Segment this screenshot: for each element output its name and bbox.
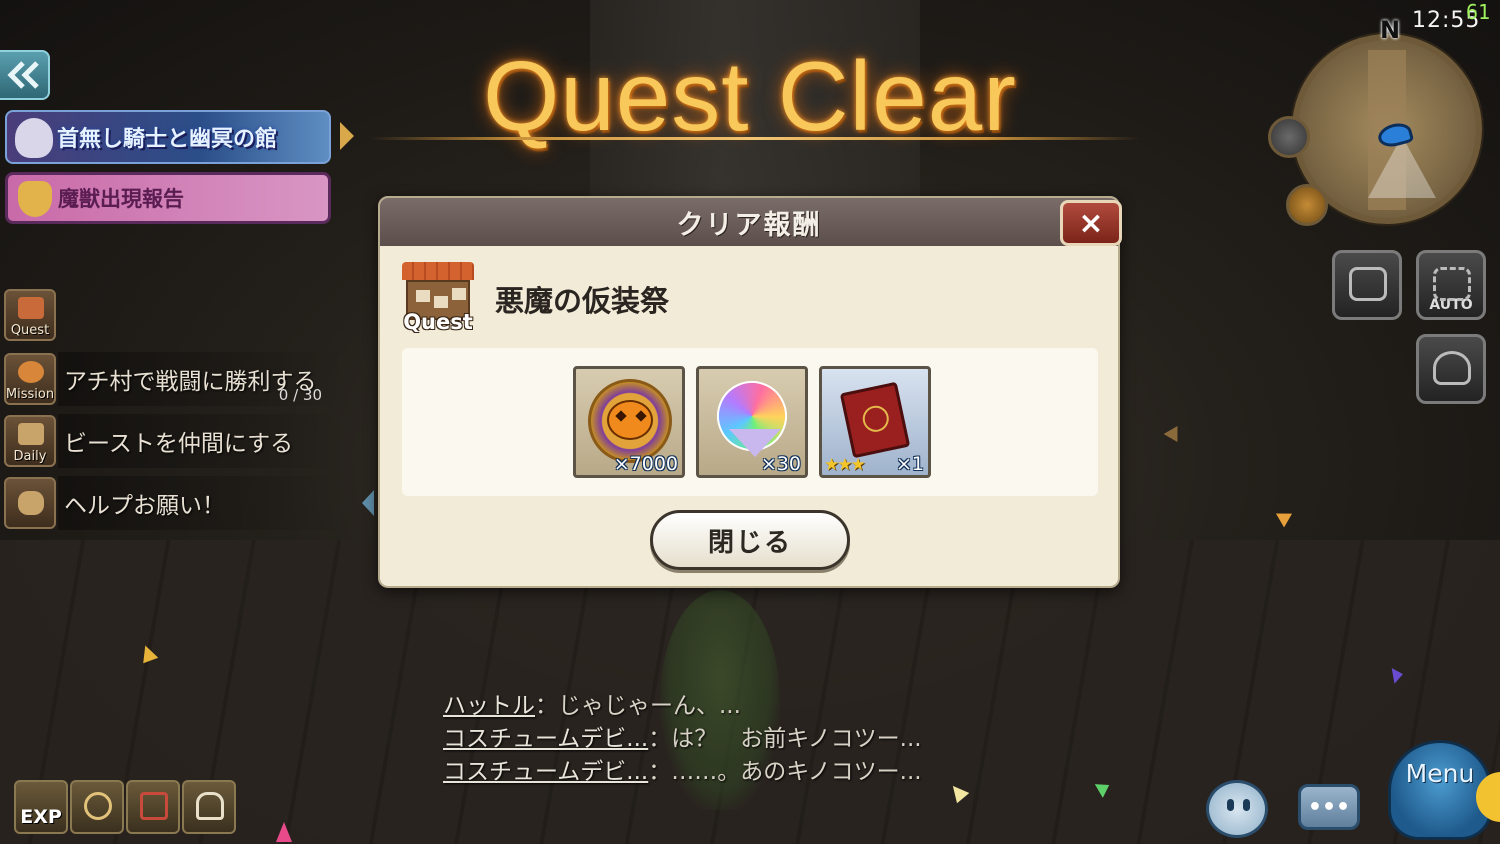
party-icon: [1433, 351, 1471, 385]
reward-quantity: ×1: [895, 453, 924, 475]
quest-name: 悪魔の仮装祭: [495, 284, 670, 318]
auto-target-icon: [1433, 267, 1471, 301]
sidebar-item-help[interactable]: ヘルプお願い！: [0, 476, 350, 530]
red-tome-icon: [839, 381, 911, 459]
boots-icon: [140, 792, 168, 820]
beast-report-label: 魔獣出現報告: [58, 187, 184, 211]
confetti-piece: [1271, 506, 1293, 528]
chat-log: ハットル：じゃじゃーん、... コスチュームデビ...：は？ お前キノコツー..…: [443, 690, 922, 789]
mission-icon: Mission: [4, 353, 56, 405]
rarity-stars: ★★★: [824, 455, 866, 475]
dialog-header: クリア報酬: [380, 198, 1118, 246]
chat-line: コスチュームデビ...：は？ お前キノコツー...: [443, 726, 922, 752]
reward-list: ×7000 ×30 ★★★ ×1: [402, 348, 1098, 496]
close-icon[interactable]: ×: [1060, 200, 1122, 246]
chat-message: ……。あのキノコツー...: [671, 759, 922, 785]
reward-quantity: ×7000: [613, 453, 678, 475]
help-text: ヘルプお願い！: [64, 493, 225, 519]
chat-line: ハットル：じゃじゃーん、...: [443, 693, 741, 719]
camera-button[interactable]: [1332, 250, 1402, 320]
dialog-title: クリア報酬: [676, 209, 822, 241]
chat-line: コスチュームデビ...：……。あのキノコツー...: [443, 759, 922, 785]
exp-label: EXP: [20, 806, 62, 828]
reward-item[interactable]: ★★★ ×1: [819, 366, 931, 478]
collapse-tab-icon[interactable]: [362, 490, 374, 516]
quest-badge-label: Quest: [403, 310, 473, 334]
auto-button[interactable]: AUTO: [1416, 250, 1486, 320]
reward-item[interactable]: ×30: [696, 366, 808, 478]
view-cone: [1368, 136, 1436, 198]
daily-icon: Daily: [4, 415, 56, 467]
confetti-piece: [1163, 421, 1185, 443]
chat-speaker[interactable]: ハットル: [443, 693, 535, 719]
sidebar-item-quest[interactable]: Quest: [0, 288, 350, 342]
reward-item[interactable]: ×7000: [573, 366, 685, 478]
emote-button[interactable]: [1206, 780, 1268, 838]
pet-button[interactable]: [1286, 184, 1328, 226]
mission-progress: 0 / 30: [278, 386, 322, 404]
boots-button[interactable]: [126, 780, 180, 834]
reward-dialog: クリア報酬 × Quest 悪魔の仮装祭 ×7000 ×30 ★★★ ×1 閉じ…: [378, 196, 1122, 588]
menu-label: Menu: [1405, 759, 1475, 788]
title-divider: [370, 137, 1140, 140]
fps-counter: 61: [1466, 0, 1491, 24]
cage-button[interactable]: [182, 780, 236, 834]
reward-quantity: ×30: [760, 453, 801, 475]
map-toggle-button[interactable]: [1268, 116, 1310, 158]
beast-mask-icon: [18, 181, 52, 217]
pumpkin-coin-icon: [588, 379, 672, 463]
gold-button[interactable]: [70, 780, 124, 834]
video-camera-icon: [1349, 267, 1387, 301]
daily-text: ビーストを仲間にする: [64, 431, 294, 457]
chat-speaker[interactable]: コスチュームデビ...: [443, 726, 648, 752]
party-button[interactable]: [1416, 334, 1486, 404]
confetti-piece: [276, 822, 292, 842]
close-button[interactable]: 閉じる: [650, 510, 850, 570]
sidebar-item-daily[interactable]: Daily ビーストを仲間にする: [0, 414, 350, 468]
smiley-icon: [1227, 799, 1234, 811]
exp-button[interactable]: EXP: [14, 780, 68, 834]
chat-message: は？ お前キノコツー...: [671, 726, 922, 752]
quest-badge-icon: Quest: [400, 262, 476, 336]
handshake-icon: [4, 477, 56, 529]
sidebar-item-mission[interactable]: Mission アチ村で戦闘に勝利する 0 / 30: [0, 352, 350, 406]
chat-message: じゃじゃーん、...: [558, 693, 741, 719]
gold-coin-icon: [84, 792, 112, 820]
cage-icon: [196, 792, 224, 820]
compass-north: N: [1380, 16, 1401, 44]
quest-icon: Quest: [4, 289, 56, 341]
chat-button[interactable]: •••: [1298, 784, 1360, 830]
chat-speaker[interactable]: コスチュームデビ...: [443, 759, 648, 785]
beast-report-banner[interactable]: 魔獣出現報告: [5, 172, 331, 224]
